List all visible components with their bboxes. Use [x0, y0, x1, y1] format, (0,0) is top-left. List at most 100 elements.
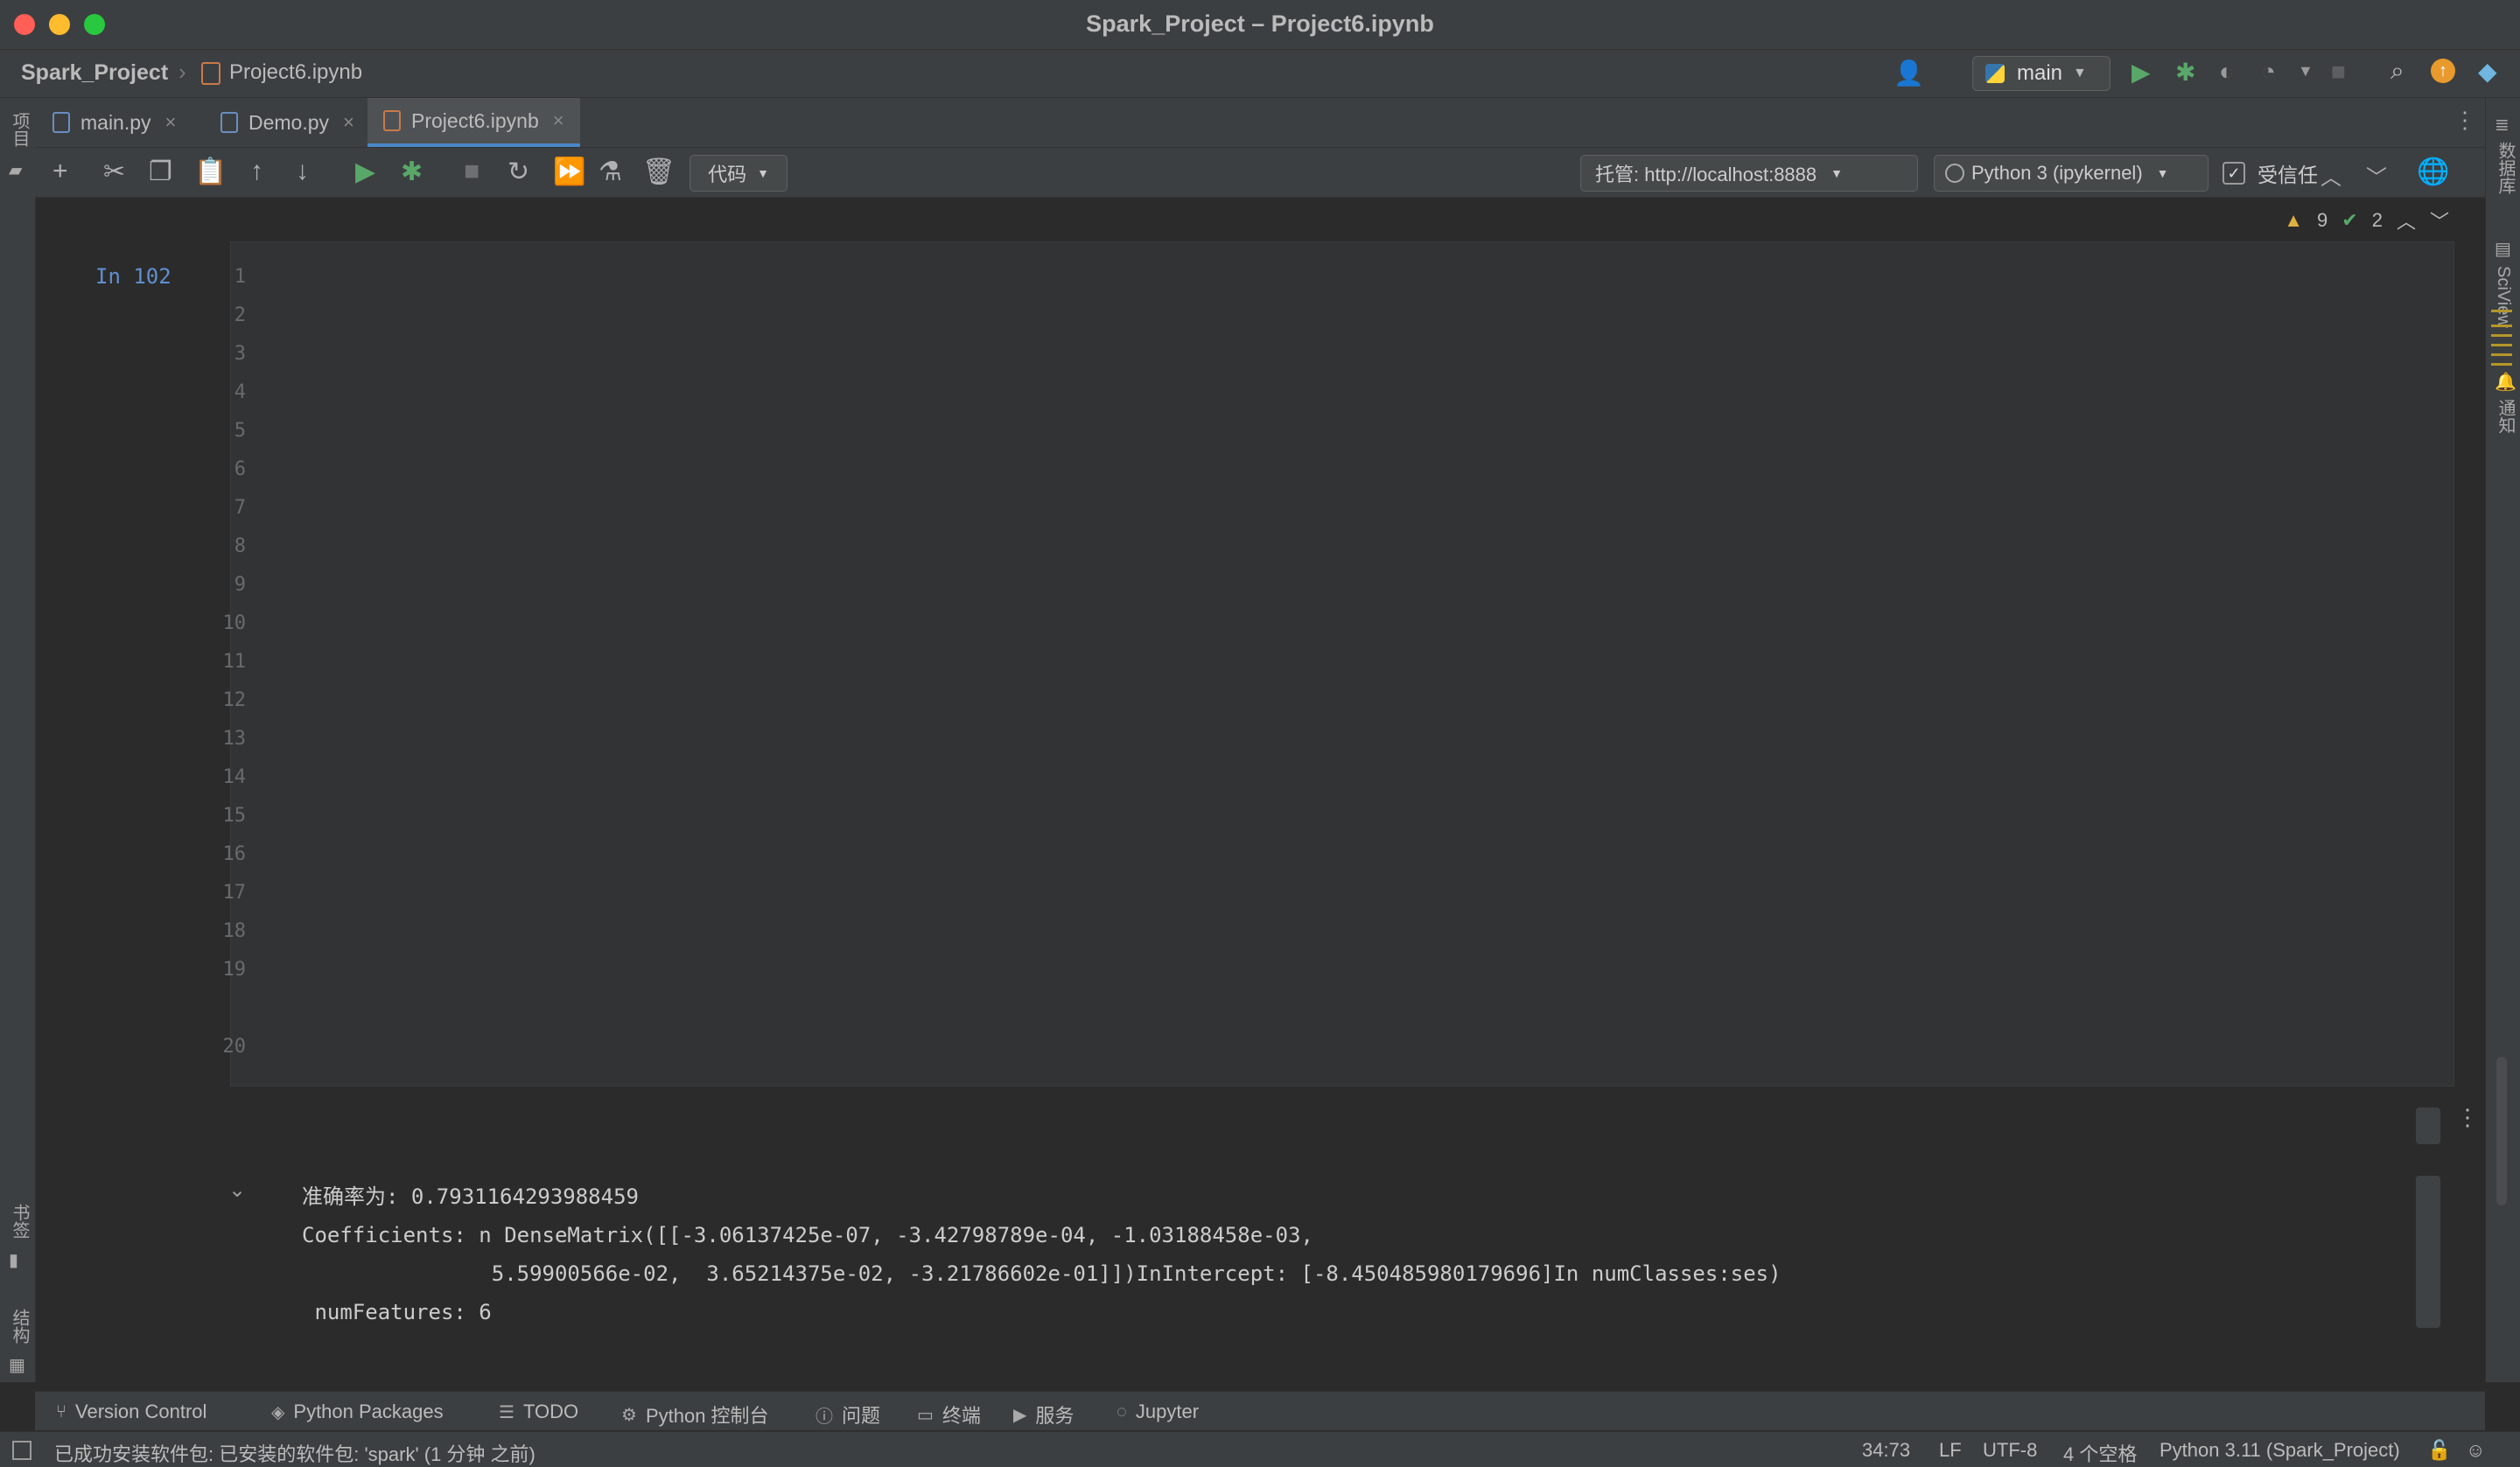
debug-icon[interactable]: ✱ [2175, 58, 2195, 87]
tool-label: Jupyter [1135, 1401, 1200, 1422]
lock-icon[interactable]: 🔓 [2427, 1439, 2451, 1462]
trusted-checkbox[interactable]: ✓ [2222, 162, 2245, 185]
line-number: 17 [222, 882, 247, 904]
line-number: 8 [234, 535, 246, 557]
services-icon: ▶ [1013, 1405, 1027, 1425]
tool-python-console[interactable]: ⚙ Python 控制台 [621, 1401, 769, 1429]
tab-main-py[interactable]: main.py × [52, 98, 176, 147]
move-down-icon[interactable]: ↓ [296, 157, 309, 186]
tool-jupyter[interactable]: ◌ Jupyter [1116, 1401, 1199, 1423]
collapse-output-icon[interactable]: ⌄ [228, 1177, 246, 1203]
tool-problems[interactable]: ⓘ 问题 [816, 1401, 880, 1429]
close-icon[interactable]: × [165, 111, 177, 134]
tool-windows-toggle-icon[interactable] [12, 1441, 32, 1460]
tab-project6-ipynb[interactable]: Project6.ipynb × [368, 98, 580, 147]
breadcrumb-project[interactable]: Spark_Project [21, 60, 168, 86]
editor-scrollbar[interactable] [2496, 1057, 2507, 1205]
tool-services[interactable]: ▶ 服务 [1013, 1401, 1074, 1429]
inspector-icon[interactable]: ☺ [2466, 1439, 2485, 1462]
close-icon[interactable]: × [343, 111, 354, 134]
file-encoding[interactable]: UTF-8 [1983, 1439, 2037, 1462]
cell-type-select[interactable]: 代码 ▼ [690, 155, 788, 192]
search-icon[interactable]: ⌕ [2390, 57, 2404, 86]
tool-label: Version Control [75, 1401, 207, 1422]
debug-cell-icon[interactable]: ✱ [401, 157, 423, 187]
left-tool-strip: 项目 ▰ 书签 ▮ 结构 ▦ [0, 98, 36, 1382]
run-all-icon[interactable]: ⏩ [553, 157, 585, 187]
output-toggle-button[interactable] [2416, 1107, 2440, 1144]
bookmarks-tool-button[interactable]: 书签 [7, 1204, 32, 1239]
close-icon[interactable]: × [553, 109, 564, 132]
caret-position[interactable]: 34:73 [1862, 1439, 1910, 1462]
database-tool-button[interactable]: 数据库 [2493, 142, 2518, 194]
line-separator[interactable]: LF [1939, 1439, 1962, 1462]
copy-icon[interactable]: ❐ [149, 157, 172, 187]
kernel-select[interactable]: Python 3 (ipykernel) ▼ [1934, 155, 2208, 192]
notebook-editor[interactable]: ▲ 9 ✔ 2 ︿ ﹀ In 102 1 2 3 4 5 6 7 8 9 10 … [36, 198, 2512, 1361]
restart-kernel-icon[interactable]: ↻ [508, 157, 529, 187]
line-number: 19 [222, 959, 247, 981]
status-message[interactable]: 已成功安装软件包: 已安装的软件包: 'spark' (1 分钟 之前) [54, 1439, 536, 1467]
output-line: 准确率为: 0.7931164293988459 [302, 1184, 639, 1209]
output-menu-icon[interactable]: ⋮ [2456, 1104, 2479, 1131]
inspection-widget[interactable]: ▲ 9 ✔ 2 ︿ ﹀ [2284, 206, 2449, 234]
tool-label: 问题 [842, 1405, 881, 1427]
line-number: 2 [234, 304, 246, 326]
next-cell-icon[interactable]: ﹀ [2366, 160, 2387, 191]
jupyter-server-select[interactable]: 托管: http://localhost:8888 ▼ [1580, 155, 1918, 192]
breadcrumb-separator-icon: › [178, 59, 186, 85]
tool-label: 服务 [1035, 1405, 1074, 1427]
run-configuration-selector[interactable]: main ▼ [1972, 56, 2110, 91]
indent-setting[interactable]: 4 个空格 [2063, 1439, 2137, 1467]
move-up-icon[interactable]: ↑ [250, 157, 263, 186]
stop-icon[interactable]: ■ [2331, 58, 2346, 86]
chevron-up-icon[interactable]: ︿ [2397, 206, 2416, 234]
run-configuration-label: main [2017, 61, 2063, 85]
open-in-browser-icon[interactable]: 🌐 [2417, 157, 2449, 187]
tool-version-control[interactable]: ⑂ Version Control [56, 1401, 206, 1423]
run-icon[interactable]: ▶ [2132, 58, 2151, 87]
tool-window-bar: ⑂ Version Control ◈ Python Packages ☰ TO… [35, 1391, 2485, 1430]
line-number: 20 [222, 1036, 247, 1058]
python-interpreter[interactable]: Python 3.11 (Spark_Project) [2160, 1439, 2400, 1462]
ok-count: 2 [2371, 209, 2383, 231]
update-icon[interactable]: ↑ [2431, 59, 2455, 83]
line-number: 10 [222, 612, 247, 634]
jupyter-icon: ◌ [1116, 1401, 1127, 1422]
coverage-icon[interactable]: ◐ [2219, 58, 2234, 86]
user-icon[interactable]: 👤 [1894, 59, 1924, 87]
interrupt-kernel-icon[interactable]: ■ [464, 157, 480, 186]
clear-outputs-icon[interactable]: ⚗ [598, 157, 622, 187]
delete-cell-icon[interactable]: 🗑 [642, 157, 676, 187]
tool-python-packages[interactable]: ◈ Python Packages [271, 1401, 444, 1423]
tab-demo-py[interactable]: Demo.py × [220, 98, 354, 147]
tool-todo[interactable]: ☰ TODO [499, 1401, 578, 1423]
run-cell-icon[interactable]: ▶ [355, 157, 375, 187]
tab-options-icon[interactable]: ⋮ [2454, 107, 2476, 134]
line-number: 16 [222, 843, 247, 865]
project-tool-button[interactable]: 项目 [7, 112, 32, 147]
ide-logo-icon[interactable]: ◆ [2478, 57, 2497, 86]
structure-tool-button[interactable]: 结构 [7, 1309, 32, 1344]
chevron-down-icon[interactable]: ﹀ [2430, 206, 2449, 234]
output-scrollbar[interactable] [2416, 1176, 2440, 1328]
cut-icon[interactable]: ✂ [103, 157, 125, 187]
tool-terminal[interactable]: ▭ 终端 [917, 1401, 981, 1429]
output-line: 5.59900566e-02, 3.65214375e-02, -3.21786… [302, 1261, 1782, 1286]
paste-icon[interactable]: 📋 [194, 157, 227, 187]
line-number: 6 [234, 458, 246, 480]
line-number: 1 [234, 266, 246, 288]
status-bar: 已成功安装软件包: 已安装的软件包: 'spark' (1 分钟 之前) 34:… [0, 1431, 2520, 1467]
add-cell-icon[interactable]: + [52, 157, 68, 186]
breadcrumb-file[interactable]: Project6.ipynb [229, 60, 362, 85]
chevron-down-icon: ▼ [2156, 166, 2169, 180]
code-cell[interactable] [230, 241, 2454, 1086]
previous-cell-icon[interactable]: ︿ [2320, 160, 2342, 191]
notifications-tool-button[interactable]: 通知 [2493, 399, 2518, 434]
more-run-options-icon[interactable]: ▼ [2298, 62, 2314, 80]
tool-label: TODO [522, 1401, 579, 1422]
kernel-label: Python 3 (ipykernel) [1971, 162, 2143, 184]
python-file-icon [220, 112, 238, 133]
tab-label: main.py [80, 110, 151, 134]
profile-icon[interactable]: ◔ [2261, 58, 2276, 86]
